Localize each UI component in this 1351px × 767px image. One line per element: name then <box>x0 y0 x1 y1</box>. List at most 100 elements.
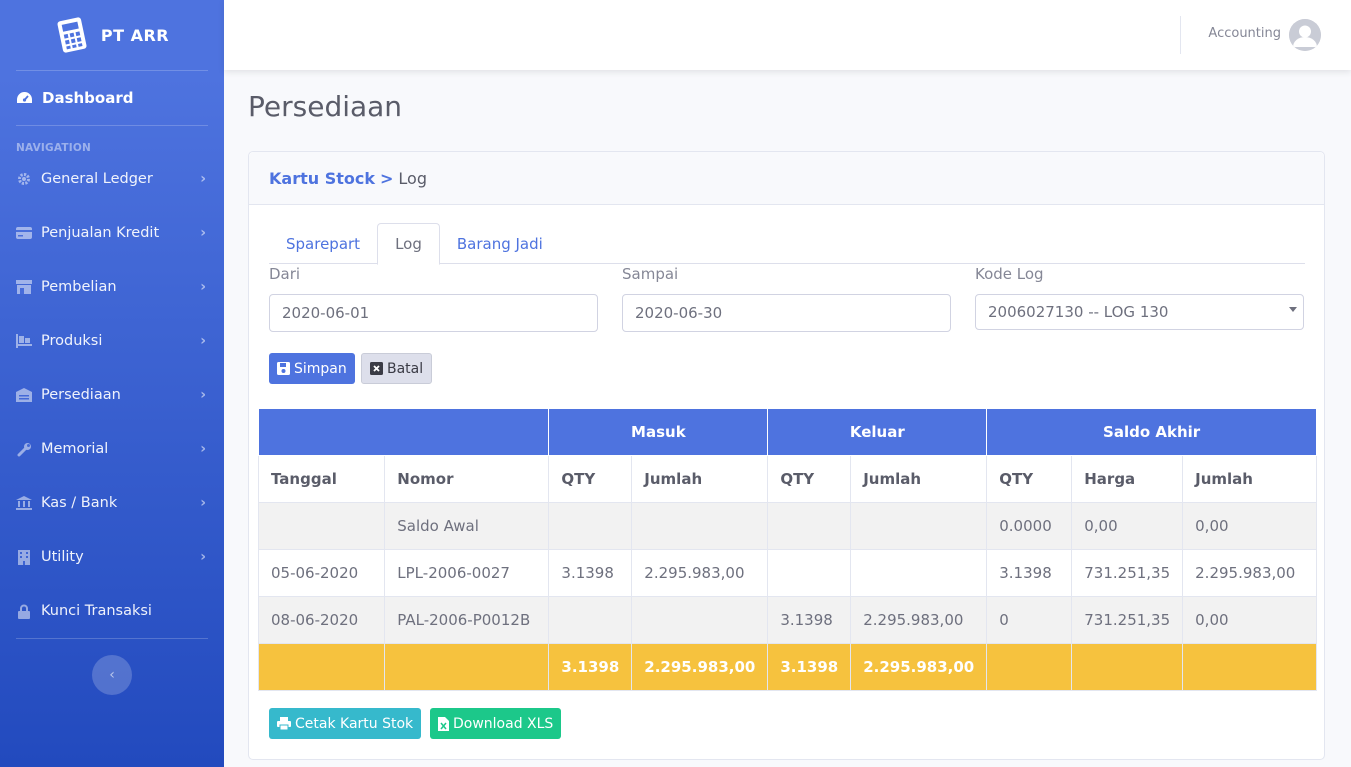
column-header: QTY <box>548 455 633 503</box>
table-column-header: Tanggal Nomor QTY Jumlah QTY Jumlah QTY … <box>257 455 1317 503</box>
table-group-saldo-akhir: Saldo Akhir <box>986 408 1317 456</box>
warehouse-icon <box>16 387 32 403</box>
column-header: Jumlah <box>850 455 988 503</box>
table-cell <box>631 502 769 550</box>
table-cell <box>850 549 988 597</box>
table-cell: 3.1398 <box>986 549 1073 597</box>
table-cell: 2.295.983,00 <box>850 596 988 644</box>
sidebar-item-penjualan-kredit[interactable]: Penjualan Kredit › <box>0 206 224 260</box>
sidebar-item-memorial[interactable]: Memorial › <box>0 422 224 476</box>
stock-log-table: Masuk Keluar Saldo Akhir Tanggal Nomor Q… <box>257 408 1317 691</box>
sampai-label: Sampai <box>622 265 679 283</box>
sidebar-item-persediaan[interactable]: Persediaan › <box>0 368 224 422</box>
tab-barang-jadi[interactable]: Barang Jadi <box>440 223 560 264</box>
table-row: 08-06-2020 PAL-2006-P0012B 3.1398 2.295.… <box>257 596 1317 644</box>
stock-card-panel: Kartu Stock > Log Sparepart Log Barang J… <box>248 151 1325 760</box>
table-cell: 2.295.983,00 <box>1182 549 1317 597</box>
sidebar-item-kas-bank[interactable]: Kas / Bank › <box>0 476 224 530</box>
chevron-right-icon: › <box>200 441 206 457</box>
download-label: Download XLS <box>453 715 554 732</box>
bank-icon <box>16 495 32 511</box>
sampai-value: 2020-06-30 <box>635 304 723 322</box>
topbar-divider <box>1180 16 1181 54</box>
breadcrumb-current: Log <box>398 168 427 188</box>
kode-log-select[interactable]: 2006027130 -- LOG 130 <box>975 294 1304 330</box>
breadcrumb-link-kartu-stock[interactable]: Kartu Stock <box>269 169 375 188</box>
breadcrumb-separator: > <box>379 168 394 188</box>
building-icon <box>16 549 32 565</box>
pallet-icon <box>16 333 32 349</box>
column-header: Harga <box>1071 455 1184 503</box>
sidebar-item-label: Utility <box>41 549 84 565</box>
store-icon <box>16 279 32 295</box>
tab-sparepart[interactable]: Sparepart <box>269 223 377 264</box>
batal-label: Batal <box>387 360 424 377</box>
avatar[interactable] <box>1289 19 1321 51</box>
kode-log-label: Kode Log <box>975 265 1044 283</box>
file-excel-icon <box>438 716 449 731</box>
download-xls-button[interactable]: Download XLS <box>430 708 562 739</box>
close-square-icon <box>370 362 383 375</box>
sidebar-item-label: General Ledger <box>41 171 153 187</box>
table-cell <box>548 502 633 550</box>
table-cell: 08-06-2020 <box>257 596 386 644</box>
user-avatar-icon <box>1289 19 1321 51</box>
topbar: Accounting <box>224 0 1351 70</box>
sidebar-item-general-ledger[interactable]: General Ledger › <box>0 152 224 206</box>
table-cell <box>767 549 852 597</box>
dari-date-input[interactable]: 2020-06-01 <box>269 294 598 332</box>
table-row: Saldo Awal 0.0000 0,00 0,00 <box>257 502 1317 550</box>
table-cell: 0,00 <box>1182 502 1317 550</box>
total-cell <box>257 643 386 691</box>
chevron-right-icon: › <box>200 387 206 403</box>
total-cell <box>986 643 1073 691</box>
save-icon <box>277 362 290 375</box>
sidebar-toggle-button[interactable]: ‹ <box>92 655 132 695</box>
batal-button[interactable]: Batal <box>361 353 433 384</box>
table-cell: 3.1398 <box>767 596 852 644</box>
card-header: Kartu Stock > Log <box>249 152 1324 205</box>
table-cell: 3.1398 <box>548 549 633 597</box>
table-cell: LPL-2006-0027 <box>384 549 550 597</box>
calculator-icon <box>57 17 87 53</box>
sidebar-item-kunci-transaksi[interactable]: Kunci Transaksi <box>0 584 224 638</box>
sidebar-item-dashboard[interactable]: Dashboard <box>0 71 224 125</box>
table-cell: 0,00 <box>1182 596 1317 644</box>
chevron-right-icon: › <box>200 333 206 349</box>
sidebar-item-produksi[interactable]: Produksi › <box>0 314 224 368</box>
table-group-keluar: Keluar <box>767 408 988 456</box>
tab-log[interactable]: Log <box>377 223 440 265</box>
table-group-blank <box>257 408 550 456</box>
brand[interactable]: PT ARR <box>0 0 224 70</box>
cetak-kartu-stok-button[interactable]: Cetak Kartu Stok <box>269 708 422 739</box>
sampai-date-input[interactable]: 2020-06-30 <box>622 294 951 332</box>
table-group-header: Masuk Keluar Saldo Akhir <box>257 408 1317 456</box>
sidebar-item-utility[interactable]: Utility › <box>0 530 224 584</box>
total-cell <box>1182 643 1317 691</box>
simpan-button[interactable]: Simpan <box>269 353 355 384</box>
table-row: 05-06-2020 LPL-2006-0027 3.1398 2.295.98… <box>257 549 1317 597</box>
sidebar-item-label: Memorial <box>41 441 109 457</box>
total-cell <box>1071 643 1184 691</box>
column-header: QTY <box>986 455 1073 503</box>
table-cell: 0.0000 <box>986 502 1073 550</box>
column-header: Nomor <box>384 455 550 503</box>
table-group-masuk: Masuk <box>548 408 769 456</box>
sidebar-divider <box>16 638 208 639</box>
wrench-icon <box>16 441 32 457</box>
sidebar-toggle-wrap: ‹ <box>0 655 224 695</box>
user-name[interactable]: Accounting <box>1208 26 1281 41</box>
column-header: Jumlah <box>1182 455 1317 503</box>
dari-value: 2020-06-01 <box>282 304 370 322</box>
chevron-right-icon: › <box>200 225 206 241</box>
table-cell <box>850 502 988 550</box>
print-icon <box>277 717 291 730</box>
caret-down-icon <box>1289 307 1297 312</box>
column-header: QTY <box>767 455 852 503</box>
sidebar-item-label: Produksi <box>41 333 103 349</box>
page-title: Persediaan <box>248 90 403 123</box>
table-cell: PAL-2006-P0012B <box>384 596 550 644</box>
total-cell: 2.295.983,00 <box>631 643 769 691</box>
sidebar-item-pembelian[interactable]: Pembelian › <box>0 260 224 314</box>
table-cell <box>631 596 769 644</box>
